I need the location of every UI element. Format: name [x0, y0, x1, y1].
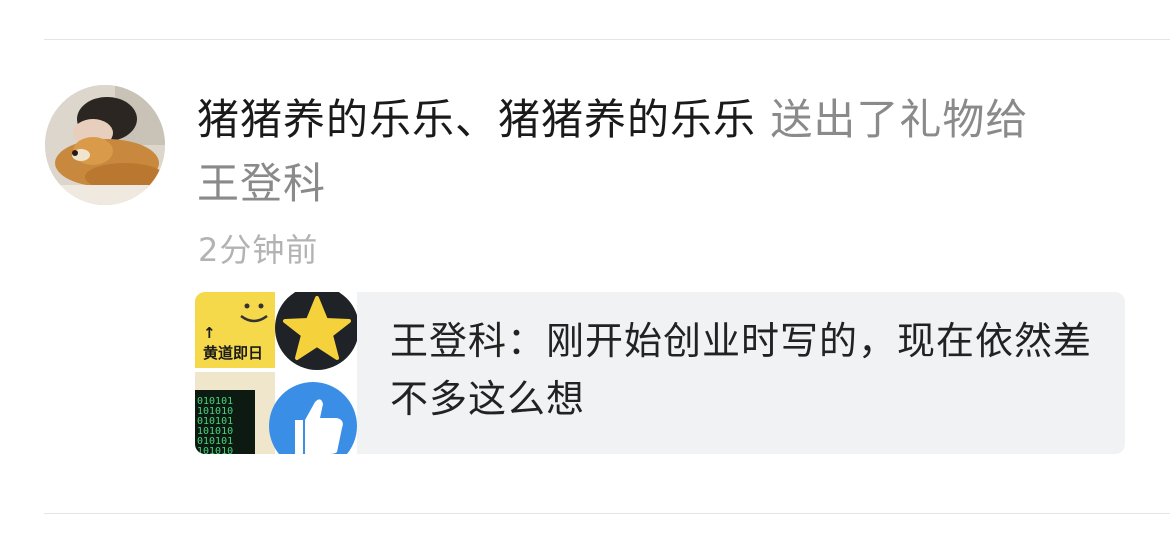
avatar[interactable]: [45, 85, 165, 205]
gift-recipient[interactable]: 王登科: [197, 159, 326, 208]
top-divider: [44, 39, 1170, 40]
gift-action-text: 送出了礼物给: [756, 95, 1029, 144]
quoted-post-card[interactable]: ↑ 黄道即日 010101 101010 010101 101010 01010…: [195, 292, 1125, 454]
bottom-divider: [44, 513, 1170, 514]
quoted-post-text: 王登科：刚开始创业时写的，现在依然差不多这么想: [390, 319, 1093, 421]
avatar-photo: [45, 85, 165, 205]
sender-names[interactable]: 猪猪养的乐乐、猪猪养的乐乐: [197, 95, 756, 144]
gift-notification: 猪猪养的乐乐、猪猪养的乐乐 送出了礼物给 王登科: [197, 88, 1097, 216]
thumbnail-arrow: ↑: [203, 324, 216, 342]
post-thumbnail: ↑ 黄道即日 010101 101010 010101 101010 01010…: [195, 292, 357, 454]
binary-line: 101010: [197, 446, 233, 454]
thumbnail-label: 黄道即日: [203, 344, 263, 362]
timestamp: 2分钟前: [198, 231, 319, 269]
